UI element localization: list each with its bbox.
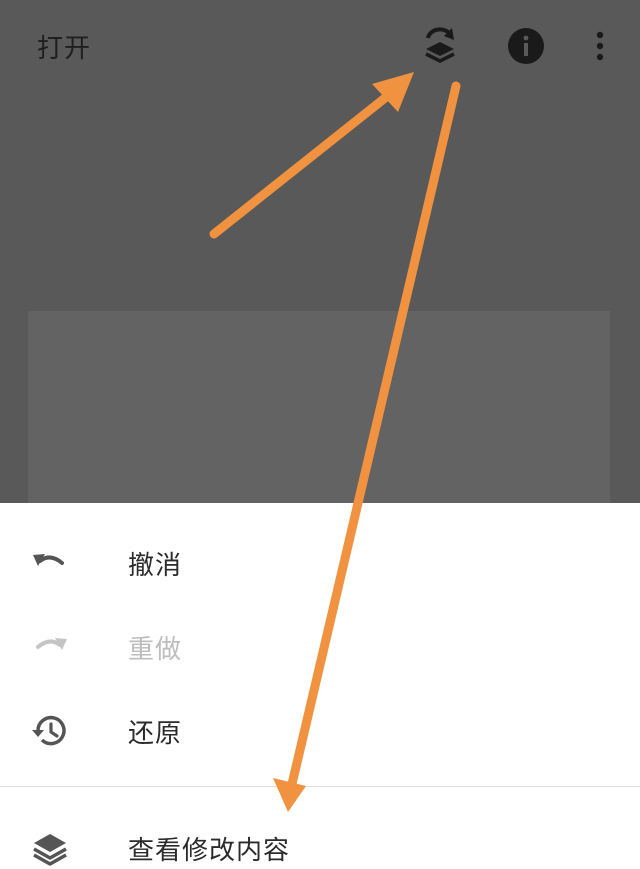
more-vert-icon[interactable] bbox=[588, 26, 612, 66]
layers-undo-icon[interactable] bbox=[418, 24, 462, 68]
app-screen: 打开 撤消 重做 还原 查看修改内容 bbox=[0, 0, 640, 869]
open-button[interactable]: 打开 bbox=[37, 28, 91, 65]
menu-item-label: 撤消 bbox=[128, 551, 183, 581]
menu-item-label: 重做 bbox=[128, 635, 183, 665]
image-canvas bbox=[28, 311, 610, 505]
menu-item-redo[interactable]: 重做 bbox=[0, 605, 640, 689]
undo-icon bbox=[33, 554, 64, 566]
info-icon[interactable] bbox=[506, 26, 546, 66]
menu-item-undo[interactable]: 撤消 bbox=[0, 521, 640, 605]
redo-icon bbox=[36, 638, 67, 650]
edit-history-sheet: 撤消 重做 还原 查看修改内容 bbox=[0, 503, 640, 869]
menu-item-label: 查看修改内容 bbox=[128, 836, 291, 866]
top-app-bar: 打开 bbox=[0, 0, 640, 92]
menu-item-view-edits[interactable]: 查看修改内容 bbox=[0, 806, 640, 869]
menu-item-revert[interactable]: 还原 bbox=[0, 689, 640, 773]
history-icon bbox=[32, 715, 66, 746]
annotation-arrow-short bbox=[209, 93, 390, 239]
layers-icon bbox=[33, 834, 67, 866]
menu-item-label: 还原 bbox=[128, 719, 183, 749]
menu-divider bbox=[0, 786, 640, 787]
